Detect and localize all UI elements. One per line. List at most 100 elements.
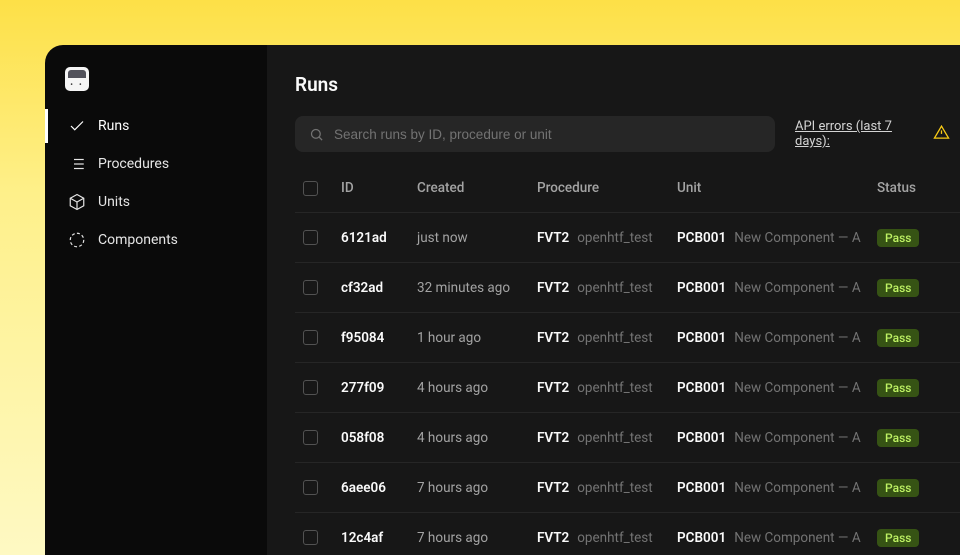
status-badge: Pass <box>877 329 919 347</box>
cell-status: Pass <box>877 279 951 297</box>
unit-name: New Component — A <box>734 230 860 246</box>
cell-created: just now <box>417 230 537 246</box>
unit-name: New Component — A <box>734 380 860 396</box>
unit-code: PCB001 <box>677 380 726 396</box>
unit-code: PCB001 <box>677 330 726 346</box>
table-body: 6121adjust nowFVT2openhtf_testPCB001New … <box>295 213 960 555</box>
unit-name: New Component — A <box>734 280 860 296</box>
app-window: Runs Procedures Units Components Runs <box>45 45 960 555</box>
cell-unit: PCB001New Component — A <box>677 530 877 546</box>
cell-id: f95084 <box>341 330 417 346</box>
unit-code: PCB001 <box>677 480 726 496</box>
status-badge: Pass <box>877 229 919 247</box>
cell-unit: PCB001 New Component — A <box>677 230 877 246</box>
procedure-name: openhtf_test <box>577 380 653 396</box>
cell-created: 4 hours ago <box>417 380 537 396</box>
api-errors-label[interactable]: API errors (last 7 days): <box>795 119 925 149</box>
th-id: ID <box>341 180 417 196</box>
cell-procedure: FVT2 openhtf_test <box>537 380 677 396</box>
unit-code: PCB001 <box>677 230 726 246</box>
sidebar-item-units[interactable]: Units <box>45 185 267 219</box>
page-title: Runs <box>295 73 960 96</box>
procedure-code: FVT2 <box>537 480 569 496</box>
cell-id: 6121ad <box>341 230 417 246</box>
unit-code: PCB001 <box>677 530 726 546</box>
status-badge: Pass <box>877 479 919 497</box>
sidebar-item-procedures[interactable]: Procedures <box>45 147 267 181</box>
runs-table: ID Created Procedure Unit Status 6121adj… <box>295 180 960 555</box>
cell-procedure: FVT2 openhtf_test <box>537 430 677 446</box>
cell-created: 1 hour ago <box>417 330 537 346</box>
sidebar-item-runs[interactable]: Runs <box>45 109 267 143</box>
cell-id: 277f09 <box>341 380 417 396</box>
procedure-code: FVT2 <box>537 430 569 446</box>
sidebar: Runs Procedures Units Components <box>45 45 267 555</box>
search-input[interactable] <box>334 127 761 142</box>
sidebar-item-label: Runs <box>98 118 129 134</box>
procedure-name: openhtf_test <box>577 430 653 446</box>
row-checkbox[interactable] <box>303 530 318 545</box>
row-checkbox[interactable] <box>303 380 318 395</box>
cell-status: Pass <box>877 529 951 547</box>
table-row[interactable]: 277f094 hours agoFVT2 openhtf_test PCB001 N… <box>295 363 960 413</box>
row-checkbox[interactable] <box>303 280 318 295</box>
sidebar-item-label: Procedures <box>98 156 169 172</box>
table-row[interactable]: cf32ad32 minutes agoFVT2openhtf_testPCB0… <box>295 263 960 313</box>
status-badge: Pass <box>877 279 919 297</box>
cell-status: Pass <box>877 479 951 497</box>
row-checkbox[interactable] <box>303 480 318 495</box>
table-row[interactable]: 6aee067 hours agoFVT2openhtf_testPCB001N… <box>295 463 960 513</box>
main-content: Runs API errors (last 7 days): ID Create… <box>267 45 960 555</box>
sidebar-item-label: Units <box>98 194 130 210</box>
procedure-code: FVT2 <box>537 380 569 396</box>
cube-icon <box>68 193 86 211</box>
list-icon <box>68 155 86 173</box>
table-header: ID Created Procedure Unit Status <box>295 180 960 213</box>
table-row[interactable]: 058f084 hours agoFVT2 openhtf_test PCB001 N… <box>295 413 960 463</box>
procedure-name: openhtf_test <box>577 330 653 346</box>
cell-procedure: FVT2 openhtf_test <box>537 330 677 346</box>
sidebar-item-label: Components <box>98 232 178 248</box>
procedure-name: openhtf_test <box>577 280 653 296</box>
procedure-code: FVT2 <box>537 530 569 546</box>
table-row[interactable]: 6121adjust nowFVT2openhtf_testPCB001New … <box>295 213 960 263</box>
cell-id: 12c4af <box>341 530 417 546</box>
row-checkbox[interactable] <box>303 230 318 245</box>
table-row[interactable]: f950841 hour agoFVT2 openhtf_test PCB001 Ne… <box>295 313 960 363</box>
unit-name: New Component — A <box>734 330 860 346</box>
cell-id: 6aee06 <box>341 480 417 496</box>
table-row[interactable]: 12c4af7 hours agoFVT2openhtf_testPCB001N… <box>295 513 960 555</box>
unit-code: PCB001 <box>677 280 726 296</box>
th-unit: Unit <box>677 180 877 196</box>
app-logo <box>65 67 89 91</box>
unit-code: PCB001 <box>677 430 726 446</box>
th-status: Status <box>877 180 951 196</box>
sidebar-item-components[interactable]: Components <box>45 223 267 257</box>
row-checkbox[interactable] <box>303 430 318 445</box>
warning-icon <box>933 124 950 145</box>
procedure-name: openhtf_test <box>577 480 653 496</box>
api-errors-link[interactable]: API errors (last 7 days): <box>795 119 950 149</box>
check-icon <box>68 117 86 135</box>
cell-unit: PCB001 New Component — A <box>677 330 877 346</box>
circle-dashed-icon <box>68 231 86 249</box>
cell-unit: PCB001 New Component — A <box>677 280 877 296</box>
cell-procedure: FVT2 openhtf_test <box>537 530 677 546</box>
cell-status: Pass <box>877 229 951 247</box>
procedure-code: FVT2 <box>537 330 569 346</box>
procedure-name: openhtf_test <box>577 530 653 546</box>
cell-procedure: FVT2 openhtf_test <box>537 480 677 496</box>
cell-id: 058f08 <box>341 430 417 446</box>
search-box[interactable] <box>295 116 775 152</box>
status-badge: Pass <box>877 429 919 447</box>
unit-name: New Component — A <box>734 480 860 496</box>
th-procedure: Procedure <box>537 180 677 196</box>
cell-unit: PCB001 New Component — A <box>677 380 877 396</box>
select-all-checkbox[interactable] <box>303 181 318 196</box>
th-created: Created <box>417 180 537 196</box>
row-checkbox[interactable] <box>303 330 318 345</box>
cell-status: Pass <box>877 429 951 447</box>
unit-name: New Component — A <box>734 430 860 446</box>
cell-created: 4 hours ago <box>417 430 537 446</box>
status-badge: Pass <box>877 529 919 547</box>
